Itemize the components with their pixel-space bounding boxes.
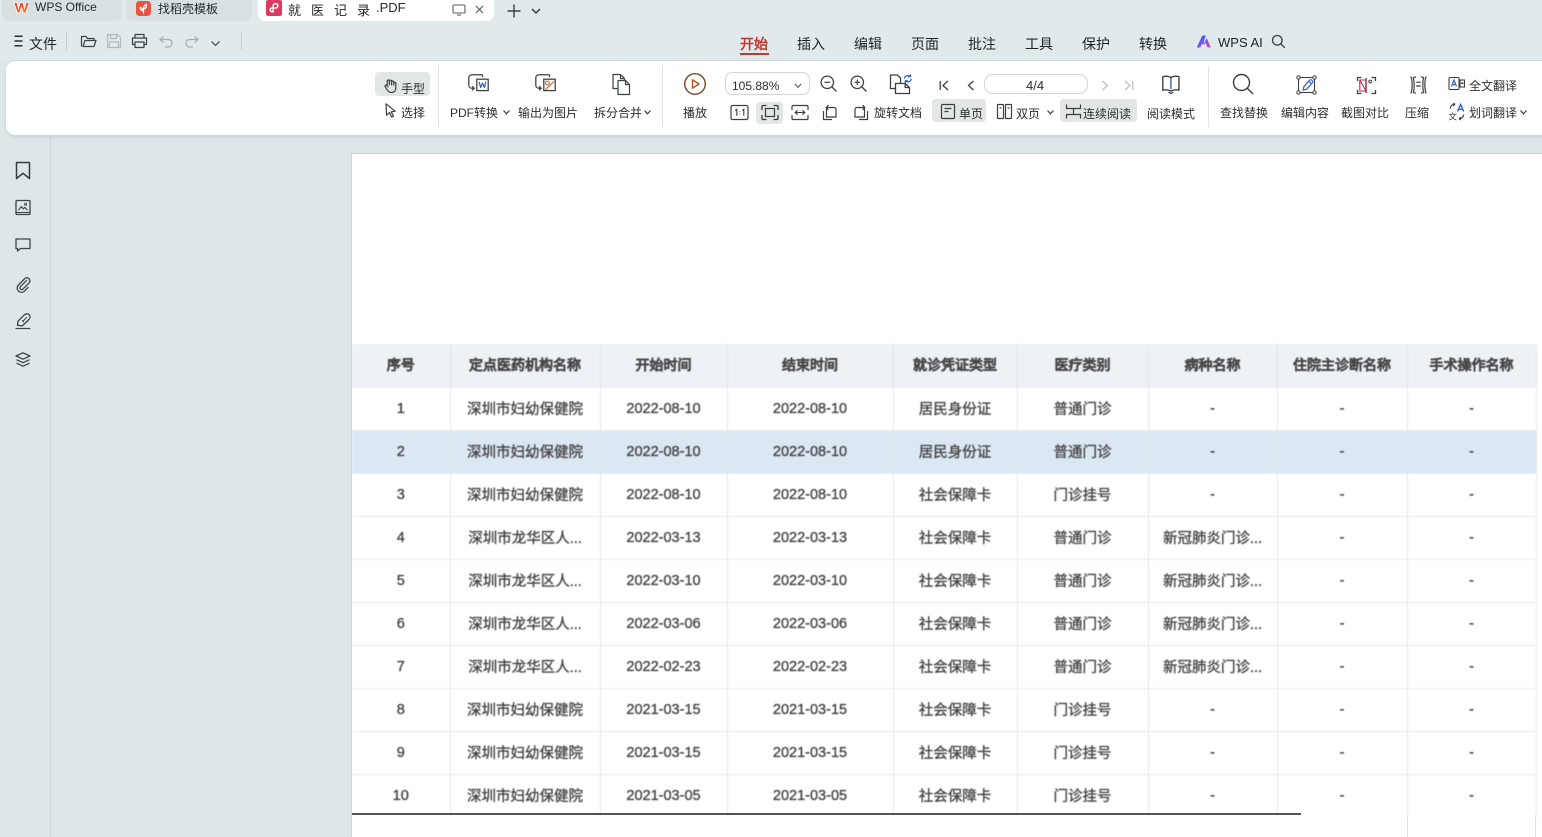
svg-text:文: 文	[1449, 112, 1458, 122]
